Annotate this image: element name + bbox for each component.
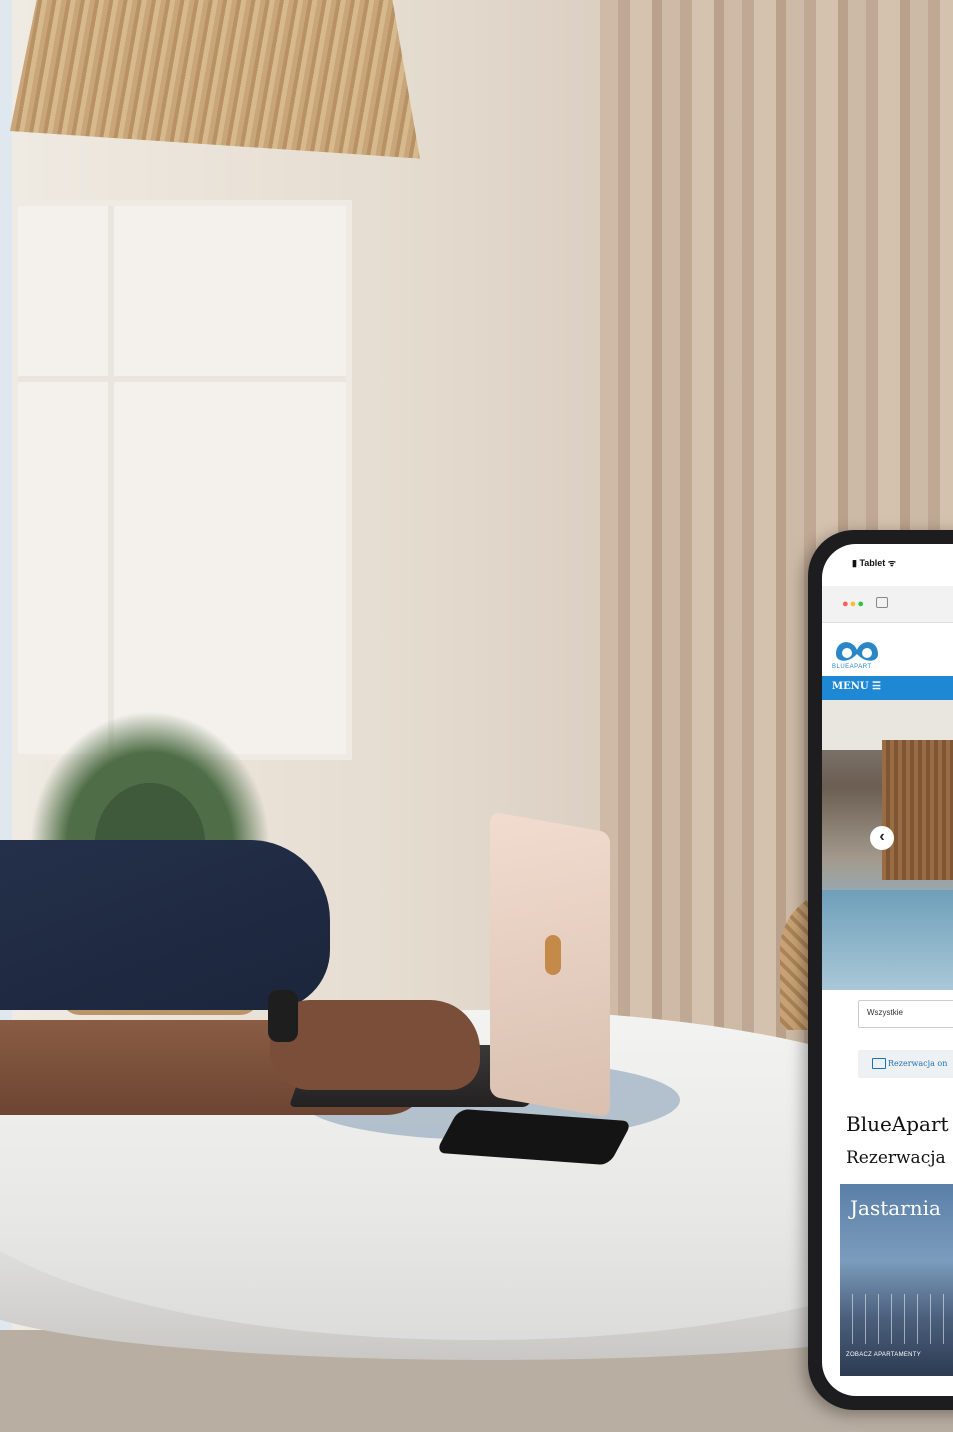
menu-button[interactable]: MENU ☰: [832, 681, 881, 692]
hero-carousel: ‹: [822, 700, 953, 990]
wristwatch: [268, 990, 298, 1042]
person-sleeve: [0, 840, 330, 1010]
status-bar: ▮ Tablet ᯤ: [852, 558, 897, 568]
page-subtitle: Rezerwacja: [846, 1148, 946, 1168]
phone-screen: ▮ Tablet ᯤ ●●● BLUEAPART MENU ☰ ‹ Wszyst…: [822, 544, 953, 1396]
location-select[interactable]: Wszystkie: [858, 1000, 953, 1028]
select-value: Wszystkie: [867, 1008, 903, 1017]
photo-scene: ▮ Tablet ᯤ ●●● BLUEAPART MENU ☰ ‹ Wszyst…: [0, 0, 953, 1432]
apple-logo-icon: [545, 935, 561, 975]
phone-mockup: ▮ Tablet ᯤ ●●● BLUEAPART MENU ☰ ‹ Wszyst…: [808, 530, 953, 1410]
card-title: Jastarnia: [850, 1196, 941, 1220]
window-controls[interactable]: ●●●: [842, 598, 865, 610]
room-window: [12, 200, 352, 760]
logo-text: BLUEAPART: [832, 664, 872, 670]
monitor-icon: [872, 1058, 886, 1069]
booking-button-label: Rezerwacja on: [888, 1059, 948, 1068]
nav-bar: MENU ☰: [822, 676, 953, 700]
card-link[interactable]: ZOBACZ APARTAMENTY: [846, 1352, 921, 1358]
carousel-prev-icon[interactable]: ‹: [870, 826, 894, 850]
blueapart-logo[interactable]: [832, 632, 882, 666]
location-card-jastarnia[interactable]: Jastarnia ZOBACZ APARTAMENTY: [840, 1184, 953, 1376]
person-hand: [270, 1000, 480, 1090]
status-bar-label: Tablet: [859, 558, 886, 568]
browser-toolbar: ●●●: [822, 586, 953, 623]
sidebar-icon[interactable]: [876, 597, 888, 608]
online-booking-button[interactable]: Rezerwacja on: [858, 1050, 953, 1078]
page-title: BlueApart: [846, 1112, 949, 1136]
